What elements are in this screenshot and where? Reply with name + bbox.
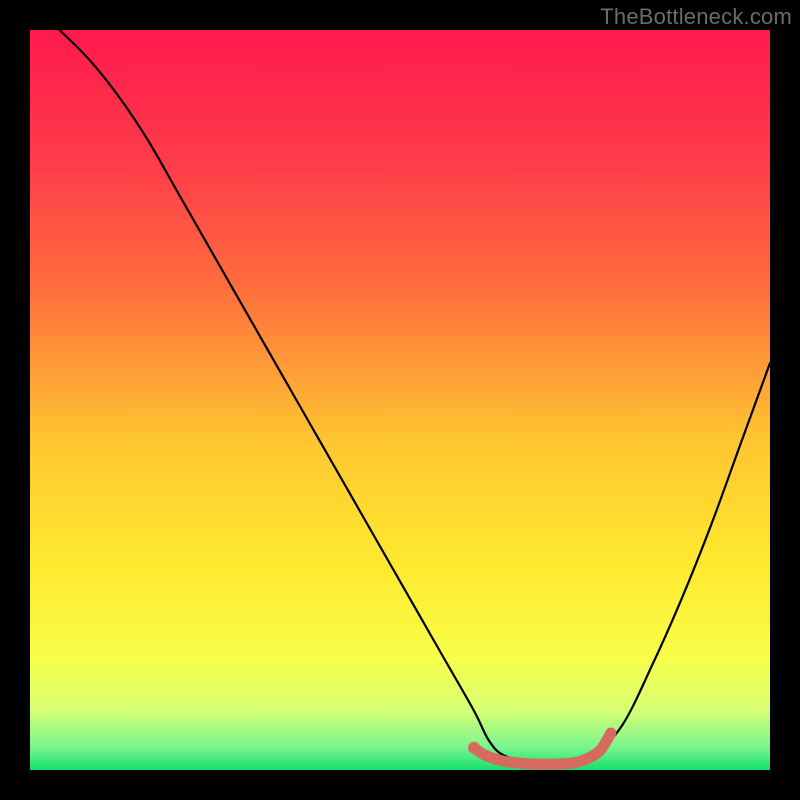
range-start-dot — [468, 742, 480, 754]
watermark: TheBottleneck.com — [600, 4, 792, 30]
bottleneck-chart — [0, 0, 800, 800]
gradient-background — [30, 30, 770, 770]
